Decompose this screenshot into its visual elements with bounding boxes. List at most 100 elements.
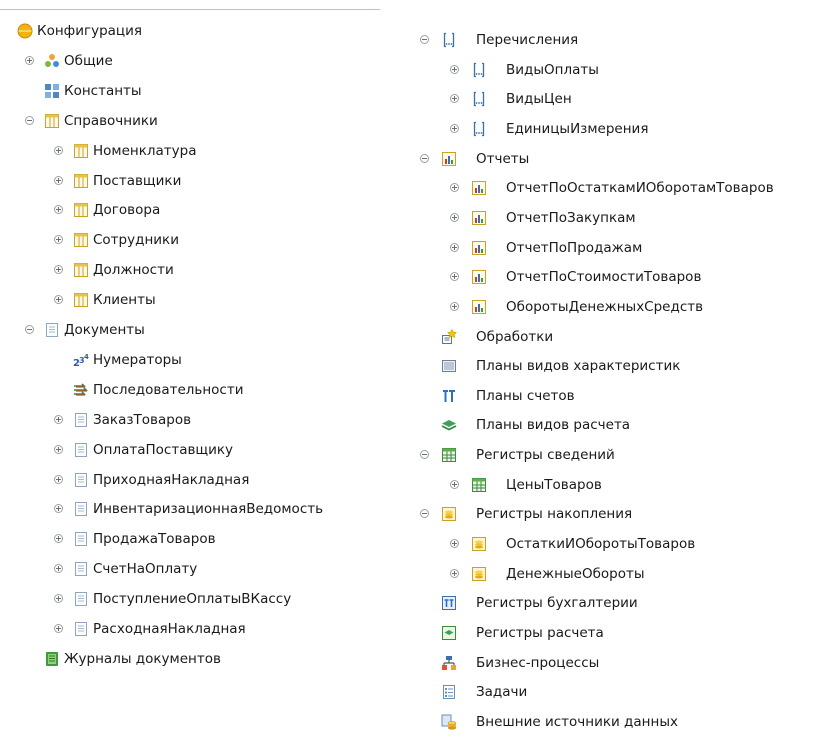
calculation-register-icon xyxy=(441,625,457,641)
common-icon xyxy=(44,53,60,69)
expand-toggle-icon[interactable] xyxy=(450,301,459,311)
document-icon xyxy=(73,531,89,547)
collapse-toggle-icon[interactable] xyxy=(420,450,429,460)
expand-toggle-icon[interactable] xyxy=(54,504,63,514)
accumulation-register-icon xyxy=(471,536,487,552)
expand-toggle-icon[interactable] xyxy=(450,212,459,222)
sequence-icon xyxy=(73,382,89,398)
enum-icon xyxy=(471,62,487,78)
expand-toggle-icon[interactable] xyxy=(54,265,63,275)
tree-item-label: Общие xyxy=(64,52,113,69)
tree-item-label: Последовательности xyxy=(93,381,244,398)
report-icon xyxy=(471,240,487,256)
collapse-toggle-icon[interactable] xyxy=(420,153,429,163)
tree-item-label: Планы видов расчета xyxy=(476,417,631,434)
numerator-icon: 234 xyxy=(73,352,89,368)
expand-toggle-icon[interactable] xyxy=(450,539,459,549)
expand-toggle-icon[interactable] xyxy=(450,183,459,193)
tree-item-label: Задачи xyxy=(476,684,528,701)
tree-item-label: СчетНаОплату xyxy=(93,561,198,578)
expand-toggle-icon[interactable] xyxy=(54,534,63,544)
tree-item-label: ПродажаТоваров xyxy=(93,531,216,548)
business-process-icon xyxy=(441,655,457,671)
collapse-toggle-icon[interactable] xyxy=(25,115,34,125)
collapse-toggle-icon[interactable] xyxy=(420,509,429,519)
tree-item-label: Обработки xyxy=(476,328,554,345)
tree-item-label: ОборотыДенежныхСредств xyxy=(506,298,704,315)
expand-toggle-icon[interactable] xyxy=(54,444,63,454)
tree-item-label: Регистры накопления xyxy=(476,506,633,523)
tree-item-label: ВидыОплаты xyxy=(506,61,599,78)
tree-item-label: Нумераторы xyxy=(93,351,182,368)
expand-toggle-icon[interactable] xyxy=(54,474,63,484)
journal-icon xyxy=(44,651,60,667)
report-icon xyxy=(471,180,487,196)
tree-item-label: ИнвентаризационнаяВедомость xyxy=(93,501,324,518)
document-icon xyxy=(73,442,89,458)
tree-item-label: ЗаказТоваров xyxy=(93,411,192,428)
tree-item-label: ЦеныТоваров xyxy=(506,476,602,493)
document-icon xyxy=(73,561,89,577)
collapse-toggle-icon[interactable] xyxy=(25,325,34,334)
tree-item-label: Клиенты xyxy=(93,292,156,309)
expand-toggle-icon[interactable] xyxy=(450,479,459,489)
tree-item-label: Номенклатура xyxy=(93,142,197,159)
chart-of-calculation-icon xyxy=(441,417,457,433)
expand-toggle-icon[interactable] xyxy=(54,175,63,185)
expand-toggle-icon[interactable] xyxy=(54,145,63,155)
expand-toggle-icon[interactable] xyxy=(54,564,63,574)
tree-item-label: ДенежныеОбороты xyxy=(506,565,645,582)
catalog-icon xyxy=(73,173,89,189)
catalog-icon xyxy=(44,113,60,129)
document-icon xyxy=(73,621,89,637)
expand-toggle-icon[interactable] xyxy=(54,624,63,633)
tree-item-label: Регистры расчета xyxy=(476,625,604,641)
tree-item-label: Бизнес-процессы xyxy=(476,654,600,671)
tree-item-label: ПриходнаяНакладная xyxy=(93,471,250,488)
external-datasource-icon xyxy=(441,714,457,730)
tree-item-label: Перечисления xyxy=(476,32,579,48)
tree-item-label: ВидыЦен xyxy=(506,91,572,108)
tree-item-label: Журналы документов xyxy=(64,650,221,667)
constants-icon xyxy=(44,83,60,99)
info-register-icon xyxy=(441,447,457,463)
expand-toggle-icon[interactable] xyxy=(450,123,459,133)
expand-toggle-icon[interactable] xyxy=(54,594,63,604)
expand-toggle-icon[interactable] xyxy=(25,55,34,65)
catalog-icon xyxy=(73,143,89,159)
enum-icon xyxy=(471,91,487,107)
expand-toggle-icon[interactable] xyxy=(54,205,63,215)
expand-toggle-icon[interactable] xyxy=(450,242,459,252)
enum-icon xyxy=(471,121,487,137)
report-icon xyxy=(441,151,457,167)
tree-item-label: Документы xyxy=(64,322,145,338)
report-icon xyxy=(471,269,487,285)
tree-item-label: ОтчетПоПродажам xyxy=(506,239,643,256)
tree-item-label: РасходнаяНакладная xyxy=(93,621,246,637)
document-icon xyxy=(73,591,89,607)
tree-item-label: Регистры сведений xyxy=(476,447,615,464)
accounting-register-icon xyxy=(441,595,457,611)
header-divider xyxy=(0,9,380,10)
expand-toggle-icon[interactable] xyxy=(450,94,459,104)
tree-item-label: Внешние источники данных xyxy=(476,713,678,730)
expand-toggle-icon[interactable] xyxy=(450,568,459,578)
tree-item-label: Планы видов характеристик xyxy=(476,358,681,375)
tree-item-label: ПоступлениеОплатыВКассу xyxy=(93,591,292,608)
expand-toggle-icon[interactable] xyxy=(54,295,63,305)
tree-item-label: ЕдиницыИзмерения xyxy=(506,120,649,137)
catalog-icon xyxy=(73,202,89,218)
tree-item-label: Должности xyxy=(93,262,174,279)
tree-item-label: ОтчетПоЗакупкам xyxy=(506,209,636,226)
document-icon xyxy=(73,472,89,488)
tree-item-label: Планы счетов xyxy=(476,387,575,404)
enum-icon xyxy=(441,32,457,48)
catalog-icon xyxy=(73,292,89,308)
expand-toggle-icon[interactable] xyxy=(450,272,459,282)
chart-of-accounts-icon xyxy=(441,388,457,404)
expand-toggle-icon[interactable] xyxy=(54,235,63,245)
expand-toggle-icon[interactable] xyxy=(450,64,459,74)
collapse-toggle-icon[interactable] xyxy=(420,35,429,44)
expand-toggle-icon[interactable] xyxy=(54,414,63,424)
report-icon xyxy=(471,210,487,226)
